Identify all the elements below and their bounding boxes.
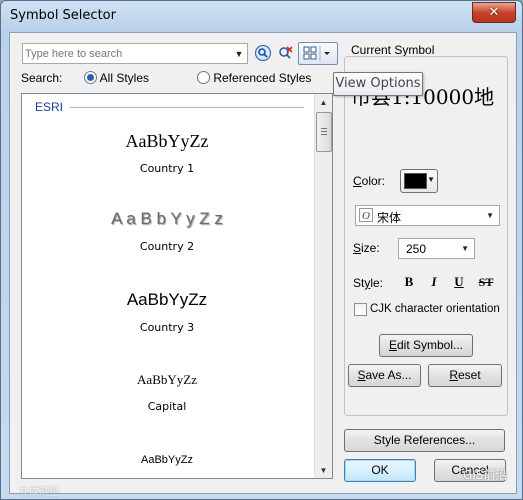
symbol-sample: A a B b Y y Z z	[111, 209, 223, 228]
clear-search-button[interactable]	[275, 43, 295, 63]
style-references-button[interactable]: Style References...	[344, 429, 505, 452]
chevron-down-icon: ▼	[427, 175, 435, 184]
group-divider	[70, 107, 304, 108]
symbol-list[interactable]: ESRI AaBbYyZz Country 1 A a B b Y y Z z …	[21, 93, 333, 479]
current-symbol-heading: Current Symbol	[351, 43, 435, 57]
font-select[interactable]: O 宋体 ▼	[355, 205, 500, 226]
search-scope-label: Search:	[21, 71, 63, 85]
symbol-item-country-1[interactable]: AaBbYyZz Country 1	[22, 131, 312, 175]
chevron-down-icon: ▼	[486, 211, 494, 220]
save-as-button[interactable]: Save As...	[348, 364, 421, 387]
scroll-thumb[interactable]	[316, 112, 332, 152]
dialog-client-area: ▼	[9, 32, 517, 494]
symbol-item-country-3[interactable]: AaBbYyZz Country 3	[22, 290, 312, 334]
close-button[interactable]: ✕	[472, 2, 516, 23]
symbol-sample: AaBbYyZz	[137, 372, 197, 387]
scroll-down-arrow[interactable]: ▼	[315, 462, 332, 478]
title-bar[interactable]: Symbol Selector ✕	[1, 1, 522, 31]
symbol-label: Capital	[147, 400, 187, 413]
clear-search-icon	[279, 46, 293, 59]
style-label: Style:	[353, 276, 384, 290]
color-picker-button[interactable]: ▼	[400, 169, 438, 193]
size-value: 250	[406, 242, 427, 256]
search-combo[interactable]: ▼	[22, 43, 248, 64]
color-label: Color:	[353, 174, 386, 188]
search-input[interactable]	[25, 46, 223, 61]
referenced-styles-radio[interactable]: Referenced Styles	[197, 71, 311, 85]
svg-text:O: O	[362, 210, 370, 222]
symbol-selector-window: Symbol Selector ✕ ▼	[0, 0, 523, 500]
symbol-label: Country 2	[139, 240, 195, 253]
size-select[interactable]: 250 ▼	[398, 238, 475, 259]
view-options-icon	[303, 46, 330, 61]
symbol-sample: AaBbYyZz	[141, 454, 193, 466]
view-options-tooltip: View Options	[333, 72, 423, 96]
chevron-down-icon: ▼	[234, 48, 244, 59]
ok-button[interactable]: OK	[344, 459, 416, 482]
symbol-label: Country 1	[139, 162, 195, 175]
symbol-item-country-2[interactable]: A a B b Y y Z z Country 2	[22, 209, 312, 253]
reset-button[interactable]: Reset	[428, 364, 502, 387]
bold-button[interactable]: B	[398, 272, 420, 292]
size-label: Size:	[353, 241, 380, 255]
symbol-sample: AaBbYyZz	[126, 290, 208, 309]
cjk-orientation-label[interactable]: CJK character orientation	[370, 303, 500, 315]
watermark-gis: GIS前沿	[463, 468, 508, 482]
symbol-item-5[interactable]: AaBbYyZz	[22, 454, 312, 466]
cjk-orientation-checkbox[interactable]	[354, 303, 367, 316]
group-header: ESRI	[35, 100, 64, 114]
search-history-dropdown[interactable]: ▼	[231, 44, 247, 63]
radio-selected-icon	[84, 71, 97, 84]
chevron-down-icon: ▼	[319, 465, 328, 475]
strikethrough-button[interactable]: ST	[475, 272, 497, 292]
symbol-list-scrollbar[interactable]: ▲ ▼	[314, 94, 332, 478]
scroll-up-arrow[interactable]: ▲	[315, 94, 332, 110]
referenced-styles-label: Referenced Styles	[213, 71, 312, 85]
edit-symbol-button[interactable]: Edit Symbol...	[379, 334, 473, 357]
radio-unselected-icon	[197, 71, 210, 84]
all-styles-radio[interactable]: All Styles	[84, 71, 149, 85]
all-styles-label: All Styles	[99, 71, 150, 85]
font-name: 宋体	[377, 211, 402, 225]
underline-button[interactable]: U	[448, 272, 470, 292]
symbol-sample: AaBbYyZz	[125, 131, 209, 151]
color-swatch	[404, 173, 427, 189]
symbol-item-capital[interactable]: AaBbYyZz Capital	[22, 372, 312, 413]
window-title: Symbol Selector	[10, 8, 116, 23]
symbol-label: Country 3	[139, 321, 195, 334]
italic-button[interactable]: I	[423, 272, 445, 292]
search-button[interactable]	[253, 43, 273, 63]
close-icon: ✕	[488, 5, 500, 20]
chevron-up-icon: ▲	[319, 97, 328, 107]
watermark-survey: 立成测量	[19, 487, 59, 498]
search-icon	[254, 44, 272, 62]
opentype-font-icon: O	[359, 208, 373, 222]
view-options-button[interactable]	[298, 42, 338, 65]
chevron-down-icon: ▼	[461, 244, 469, 253]
